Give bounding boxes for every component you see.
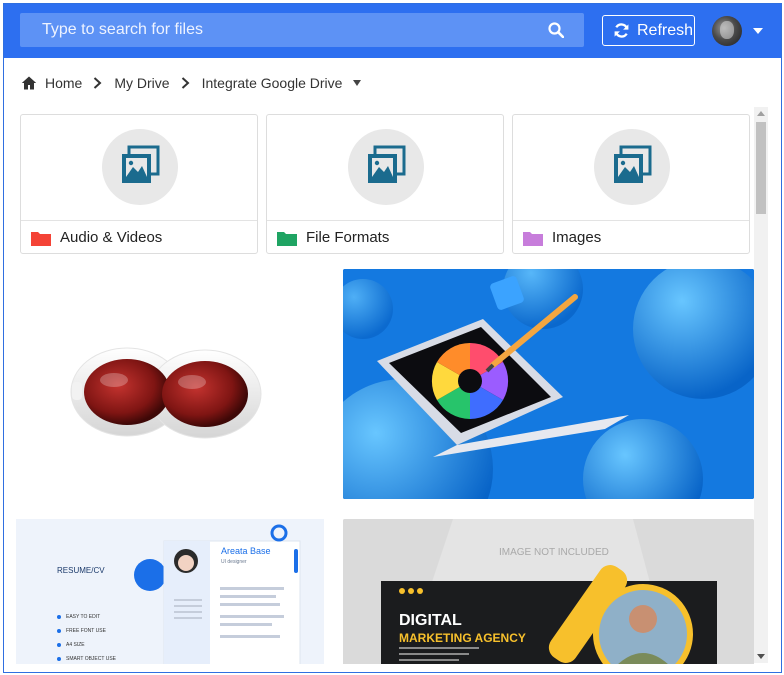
folder-icon: [31, 231, 51, 246]
marketing-line1: DIGITAL: [399, 612, 462, 629]
folder-thumbnail: [267, 115, 503, 221]
drive-browser-window: Refresh Home My Drive Integrate Google D…: [3, 3, 782, 673]
resume-feature: EASY TO EDIT: [66, 614, 101, 620]
header-bar: Refresh: [4, 4, 781, 58]
chevron-down-icon[interactable]: [753, 28, 763, 34]
scroll-up-icon[interactable]: [757, 111, 765, 116]
image-gallery-icon: [614, 145, 652, 183]
folder-icon: [523, 231, 543, 246]
folder-name: Images: [552, 229, 602, 246]
scroll-down-icon[interactable]: [757, 654, 765, 659]
file-thumbnail-laptop[interactable]: [343, 269, 754, 499]
folder-label: File Formats: [277, 229, 389, 246]
file-thumbnail-resume[interactable]: RESUME/CV Areata Base UI designer EASY T…: [16, 519, 324, 664]
resume-feature: SMART OBJECT USE: [66, 656, 117, 662]
goggles-image: [70, 347, 262, 439]
chevron-right-icon: [181, 77, 190, 89]
refresh-button[interactable]: Refresh: [602, 15, 695, 46]
laptop-color-wheel-image: [343, 269, 754, 499]
chevron-right-icon: [94, 77, 102, 89]
search-icon[interactable]: [548, 22, 564, 38]
folder-thumbnail: [513, 115, 749, 221]
breadcrumb: Home My Drive Integrate Google Drive: [21, 72, 362, 94]
marketing-line2: MARKETING AGENCY: [399, 631, 526, 645]
scrollbar-thumb[interactable]: [756, 122, 766, 214]
resume-feature: A4 SIZE: [66, 642, 85, 648]
breadcrumb-my-drive[interactable]: My Drive: [114, 75, 169, 91]
image-gallery-icon: [122, 145, 160, 183]
resume-heading: RESUME/CV: [57, 566, 105, 575]
breadcrumb-home[interactable]: Home: [45, 75, 82, 91]
folder-icon: [277, 231, 297, 246]
file-thumbnail-goggles[interactable]: [16, 270, 324, 498]
folder-thumb-circle: [594, 129, 670, 205]
vertical-scrollbar[interactable]: [754, 107, 768, 663]
folder-thumb-circle: [102, 129, 178, 205]
home-icon[interactable]: [21, 75, 37, 91]
breadcrumb-integrate-google-drive[interactable]: Integrate Google Drive: [202, 75, 343, 91]
avatar[interactable]: [712, 16, 742, 46]
folder-card-file-formats[interactable]: File Formats: [266, 114, 504, 254]
file-grid: Audio & Videos File Formats Images RESUM…: [4, 104, 781, 664]
refresh-label: Refresh: [637, 21, 694, 39]
search-box[interactable]: [20, 13, 584, 47]
resume-role: UI designer: [221, 559, 247, 565]
resume-feature: FREE FONT USE: [66, 628, 106, 634]
file-thumbnail-marketing[interactable]: IMAGE NOT INCLUDED DIGITAL MARKETING AGE…: [343, 519, 754, 664]
resume-preview-image: [16, 519, 324, 664]
folder-label: Audio & Videos: [31, 229, 162, 246]
folder-label: Images: [523, 229, 601, 246]
folder-thumbnail: [21, 115, 257, 221]
image-gallery-icon: [368, 145, 406, 183]
folder-thumb-circle: [348, 129, 424, 205]
resume-name: Areata Base: [221, 546, 271, 556]
refresh-icon: [614, 23, 629, 38]
watermark-note: IMAGE NOT INCLUDED: [499, 547, 609, 558]
folder-card-audio-videos[interactable]: Audio & Videos: [20, 114, 258, 254]
search-input[interactable]: [20, 13, 540, 47]
caret-down-icon[interactable]: [353, 80, 362, 86]
folder-card-images[interactable]: Images: [512, 114, 750, 254]
folder-name: File Formats: [306, 229, 390, 246]
folder-name: Audio & Videos: [60, 229, 163, 246]
